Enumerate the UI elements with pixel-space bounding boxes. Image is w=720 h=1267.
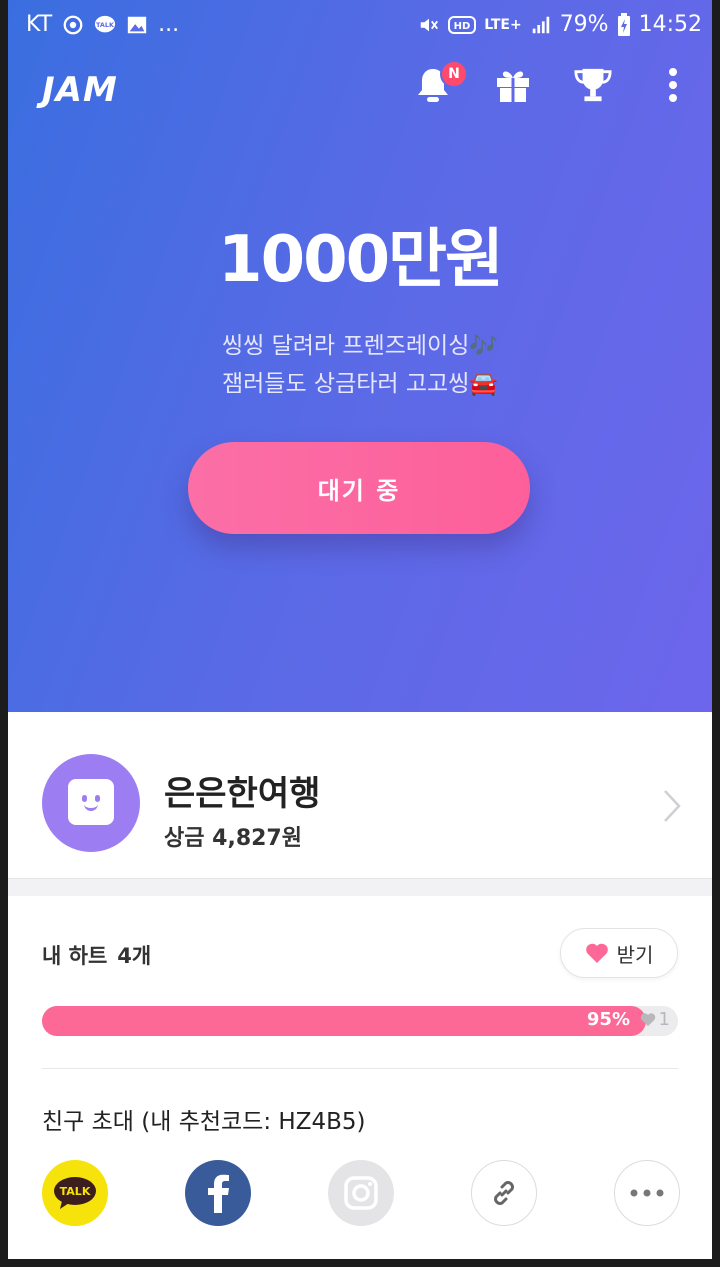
prize-amount: 1000만원 (218, 223, 504, 297)
app-logo[interactable]: JAM (42, 70, 118, 110)
share-instagram-button[interactable] (328, 1160, 394, 1226)
signal-icon (532, 16, 549, 33)
hero-section: KT TALK ... HD LTE+ 79% 14:52 JAM N 1000… (8, 0, 712, 712)
notifications-button[interactable]: N (414, 60, 468, 108)
share-kakaotalk-button[interactable]: TALK (42, 1160, 108, 1226)
facebook-icon (208, 1174, 229, 1213)
clock: 14:52 (638, 12, 702, 37)
image-icon (128, 16, 147, 33)
link-icon (494, 1181, 514, 1205)
copy-link-button[interactable] (471, 1160, 537, 1226)
heart-progress-percent: 95% (586, 1009, 630, 1030)
more-horizontal-icon (630, 1189, 664, 1197)
description-line-1: 씽씽 달려라 프렌즈레이싱🎶 (221, 333, 499, 359)
more-menu-button[interactable] (654, 62, 692, 108)
battery-percent: 79% (559, 12, 609, 37)
avatar (42, 754, 140, 852)
nickname: 은은한여행 (164, 774, 321, 814)
hearts-section: 내 하트 4개 받기 95% 1 친구 초대 (내 추천코드: HZ4B5) TA… (8, 896, 712, 1259)
more-notifications: ... (158, 12, 180, 37)
receive-hearts-button[interactable]: 받기 (560, 928, 678, 978)
kakaotalk-notification-icon: TALK (95, 15, 116, 32)
instagram-icon (344, 1176, 378, 1210)
share-more-button[interactable] (614, 1160, 680, 1226)
hearts-label-text: 내 하트 (42, 944, 108, 968)
avatar-face-icon (68, 779, 114, 825)
svg-text:TALK: TALK (96, 20, 115, 28)
divider-line (42, 1068, 678, 1069)
hd-voice-icon: HD (448, 15, 477, 34)
invite-label: 친구 초대 (내 추천코드: HZ4B5) (42, 1109, 366, 1135)
notification-badge: N (440, 60, 468, 88)
status-bar: KT TALK ... HD LTE+ 79% 14:52 (8, 0, 712, 48)
receive-label: 받기 (616, 942, 654, 967)
reward-value: 4,827원 (212, 826, 302, 851)
gift-button[interactable] (494, 62, 532, 108)
svg-text:HD: HD (454, 21, 471, 32)
waiting-button[interactable]: 대기 중 (188, 442, 530, 534)
sync-icon (63, 15, 83, 34)
avatar-mouth (84, 804, 98, 811)
next-heart-indicator: 1 (640, 1009, 670, 1030)
app-screen: KT TALK ... HD LTE+ 79% 14:52 JAM N 1000… (0, 0, 720, 1267)
avatar-eye-left (82, 795, 87, 802)
profile-card[interactable]: 은은한여행 상금 4,827원 (8, 712, 712, 884)
kakaotalk-icon: TALK (54, 1177, 96, 1209)
next-heart-count: 1 (658, 1009, 670, 1030)
my-hearts-label: 내 하트 4개 (42, 940, 151, 970)
battery-icon (617, 12, 630, 36)
share-buttons: TALK (42, 1160, 682, 1226)
avatar-eye-right (95, 795, 100, 802)
description-line-2: 잼러들도 상금타러 고고씽🚘 (221, 371, 499, 397)
trophy-icon (574, 68, 612, 102)
heart-icon (585, 943, 608, 963)
hearts-count: 4개 (117, 944, 152, 968)
heart-progress-fill (42, 1006, 647, 1036)
network-label: LTE+ (484, 16, 522, 33)
small-heart-icon (640, 1013, 655, 1027)
gift-icon (497, 71, 529, 102)
more-vertical-icon (669, 68, 677, 102)
reward-label: 상금 (164, 826, 205, 851)
chevron-right-icon[interactable] (662, 788, 682, 824)
status-right: HD LTE+ 79% 14:52 (418, 12, 702, 37)
reward-text: 상금 4,827원 (164, 820, 302, 852)
carrier-label: KT (26, 12, 53, 37)
kakaotalk-logo-text: TALK (60, 1185, 91, 1198)
ranking-button[interactable] (574, 62, 612, 108)
section-divider (8, 878, 712, 896)
status-left: KT TALK ... (26, 12, 179, 37)
header-actions: N (414, 60, 692, 108)
vibrate-mute-icon (420, 18, 439, 31)
share-facebook-button[interactable] (185, 1160, 251, 1226)
heart-progress-bar: 95% 1 (42, 1006, 678, 1036)
